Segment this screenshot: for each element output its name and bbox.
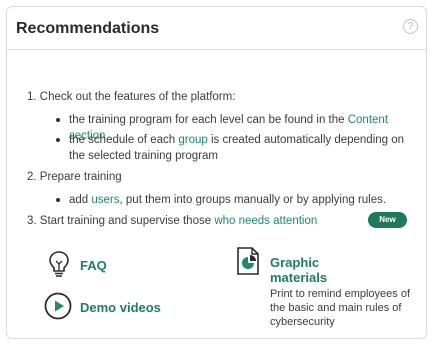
step-2: 2. Prepare training [27, 171, 122, 183]
bullet-text: add [69, 194, 92, 206]
new-badge: New [368, 212, 407, 228]
step-1-bullet-group: the schedule of each group is created au… [56, 132, 420, 164]
bullet-text: , put them into groups manually or by ap… [119, 194, 387, 206]
group-link[interactable]: group [178, 134, 207, 146]
bullet-text: the training program for each level can … [69, 114, 348, 126]
bullet-text: the schedule of each [69, 134, 179, 146]
faq-link[interactable]: FAQ [80, 258, 107, 273]
step-2-bullet-users: add users, put them into groups manually… [56, 192, 420, 208]
demo-videos-link[interactable]: Demo videos [80, 300, 161, 315]
graphic-materials-description: Print to remind employees of the basic a… [270, 288, 411, 328]
document-icon [237, 247, 259, 275]
panel-title: Recommendations [16, 20, 160, 37]
lightbulb-icon [49, 251, 69, 277]
users-link[interactable]: users [91, 194, 119, 206]
play-icon[interactable] [44, 292, 72, 320]
needs-attention-link[interactable]: who needs attention [214, 215, 317, 227]
graphic-materials-link[interactable]: Graphic materials [270, 255, 350, 285]
step-1: 1. Check out the features of the platfor… [27, 91, 236, 103]
step-3: 3. Start training and supervise those wh… [27, 215, 317, 227]
help-icon[interactable]: ? [403, 19, 418, 34]
panel-header: Recommendations ? [7, 7, 426, 50]
step-3-text: 3. Start training and supervise those [27, 215, 215, 227]
